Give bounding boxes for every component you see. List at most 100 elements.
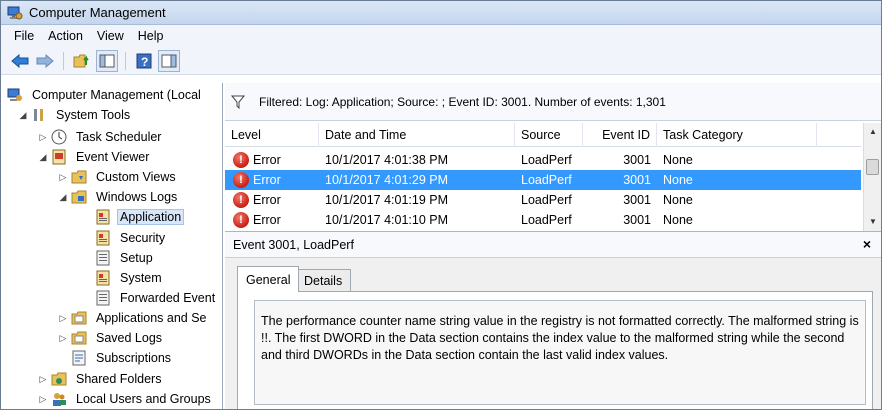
tab-general[interactable]: General xyxy=(237,266,300,292)
back-arrow-icon[interactable] xyxy=(9,50,31,72)
task-category-cell: None xyxy=(663,153,693,167)
help-icon[interactable]: ? xyxy=(133,50,155,72)
expanded-arrow-icon[interactable]: ◢ xyxy=(17,109,29,121)
menu-bar: File Action View Help xyxy=(1,25,881,47)
error-icon: ! xyxy=(233,152,249,168)
scroll-down-icon[interactable]: ▼ xyxy=(864,213,881,229)
collapsed-arrow-icon[interactable]: ▷ xyxy=(57,332,69,344)
system-tools-icon xyxy=(31,107,47,123)
tree-item-task-scheduler[interactable]: ▷ Task Scheduler xyxy=(37,127,164,147)
tree-item-system[interactable]: System xyxy=(83,268,165,288)
computer-management-icon xyxy=(7,5,23,21)
event-id-cell: 3001 xyxy=(623,153,651,167)
column-header-task-category[interactable]: Task Category xyxy=(657,123,817,147)
title-bar: Computer Management xyxy=(1,1,881,25)
tree-item-windows-logs[interactable]: ◢ Windows Logs xyxy=(57,187,180,207)
toolbar-separator xyxy=(125,51,126,70)
date-cell: 10/1/2017 4:01:29 PM xyxy=(325,173,449,187)
level-cell: ! Error xyxy=(227,150,319,170)
toolbar-separator xyxy=(63,51,64,70)
action-pane-icon[interactable] xyxy=(158,49,180,72)
collapsed-arrow-icon[interactable]: ▷ xyxy=(37,393,49,405)
error-icon: ! xyxy=(233,192,249,208)
clock-icon xyxy=(51,129,67,145)
table-row-selected[interactable]: ! Error 10/1/2017 4:01:29 PM LoadPerf 30… xyxy=(225,170,861,190)
event-id-cell: 3001 xyxy=(623,173,651,187)
collapsed-arrow-icon[interactable]: ▷ xyxy=(57,171,69,183)
tree-item-local-users-groups[interactable]: ▷ Local Users and Groups xyxy=(37,389,214,409)
tree-item-forwarded-events[interactable]: Forwarded Event xyxy=(83,288,218,308)
collapsed-arrow-icon[interactable]: ▷ xyxy=(37,131,49,143)
tree-label: Saved Logs xyxy=(96,331,163,345)
svg-text:?: ? xyxy=(141,55,148,69)
source-cell: LoadPerf xyxy=(521,213,572,227)
log-icon xyxy=(95,270,111,286)
collapsed-arrow-icon[interactable]: ▷ xyxy=(57,312,69,324)
column-header-event-id[interactable]: Event ID xyxy=(583,123,657,147)
tab-details[interactable]: Details xyxy=(295,269,352,291)
events-scrollbar[interactable]: ▲ ▼ xyxy=(863,123,881,231)
show-hide-tree-icon[interactable] xyxy=(96,49,118,72)
tree-item-custom-views[interactable]: ▷ Custom Views xyxy=(57,167,179,187)
tree-label: Subscriptions xyxy=(96,351,172,365)
detail-title: Event 3001, LoadPerf xyxy=(233,237,354,252)
event-id-cell: 3001 xyxy=(623,193,651,207)
folder-icon xyxy=(71,189,87,205)
level-text: Error xyxy=(253,193,281,207)
date-cell: 10/1/2017 4:01:38 PM xyxy=(325,153,449,167)
level-text: Error xyxy=(253,213,281,227)
task-category-cell: None xyxy=(663,213,693,227)
menu-help[interactable]: Help xyxy=(131,29,171,43)
tree-label: System xyxy=(120,271,162,285)
log-icon xyxy=(95,290,111,306)
tree-item-setup[interactable]: Setup xyxy=(83,248,156,268)
menu-view[interactable]: View xyxy=(90,29,131,43)
expanded-arrow-icon[interactable]: ◢ xyxy=(37,151,49,163)
console-tree: Computer Management (Local ◢ System Tool… xyxy=(1,83,223,409)
folder-icon xyxy=(71,310,87,326)
scroll-thumb[interactable] xyxy=(866,159,879,175)
tree-label: Application xyxy=(117,209,185,225)
tree-item-system-tools[interactable]: ◢ System Tools xyxy=(17,105,133,125)
filter-funnel-icon xyxy=(230,95,246,109)
error-icon: ! xyxy=(233,212,249,228)
tree-item-event-viewer[interactable]: ◢ Event Viewer xyxy=(37,147,152,167)
tree-label: Event Viewer xyxy=(76,150,150,164)
scroll-up-icon[interactable]: ▲ xyxy=(864,123,881,139)
log-icon xyxy=(95,250,111,266)
tree-label: Security xyxy=(120,231,166,245)
table-row[interactable]: ! Error 10/1/2017 4:01:19 PM LoadPerf 30… xyxy=(225,190,861,210)
column-header-date[interactable]: Date and Time xyxy=(319,123,515,147)
date-cell: 10/1/2017 4:01:10 PM xyxy=(325,213,449,227)
date-cell: 10/1/2017 4:01:19 PM xyxy=(325,193,449,207)
event-description[interactable]: The performance counter name string valu… xyxy=(254,300,866,405)
tree-item-applications-and-services[interactable]: ▷ Applications and Se xyxy=(57,308,210,328)
log-icon xyxy=(95,230,111,246)
tree-label: Forwarded Event xyxy=(120,291,216,305)
menu-action[interactable]: Action xyxy=(41,29,90,43)
tree-item-saved-logs[interactable]: ▷ Saved Logs xyxy=(57,328,165,348)
tree-item-application[interactable]: Application xyxy=(83,207,185,227)
collapsed-arrow-icon[interactable]: ▷ xyxy=(37,373,49,385)
log-icon xyxy=(95,209,111,225)
event-id-cell: 3001 xyxy=(623,213,651,227)
tree-item-security[interactable]: Security xyxy=(83,228,168,248)
column-header-level[interactable]: Level xyxy=(225,123,319,147)
column-header-source[interactable]: Source xyxy=(515,123,583,147)
tree-label: Shared Folders xyxy=(76,372,162,386)
table-row[interactable]: ! Error 10/1/2017 4:01:10 PM LoadPerf 30… xyxy=(225,210,861,230)
tree-item-computer-management[interactable]: Computer Management (Local xyxy=(7,85,204,105)
computer-management-icon xyxy=(7,87,23,103)
expanded-arrow-icon[interactable]: ◢ xyxy=(57,191,69,203)
forward-arrow-icon[interactable] xyxy=(34,50,56,72)
computer-management-window: Computer Management File Action View Hel… xyxy=(0,0,882,410)
close-icon[interactable]: × xyxy=(863,236,871,252)
task-category-cell: None xyxy=(663,173,693,187)
tree-item-subscriptions[interactable]: Subscriptions xyxy=(71,348,174,368)
tree-item-shared-folders[interactable]: ▷ Shared Folders xyxy=(37,369,164,389)
up-folder-icon[interactable] xyxy=(71,50,93,72)
table-row[interactable]: ! Error 10/1/2017 4:01:38 PM LoadPerf 30… xyxy=(225,150,861,170)
folder-icon xyxy=(71,330,87,346)
menu-file[interactable]: File xyxy=(7,29,41,43)
error-icon: ! xyxy=(233,172,249,188)
